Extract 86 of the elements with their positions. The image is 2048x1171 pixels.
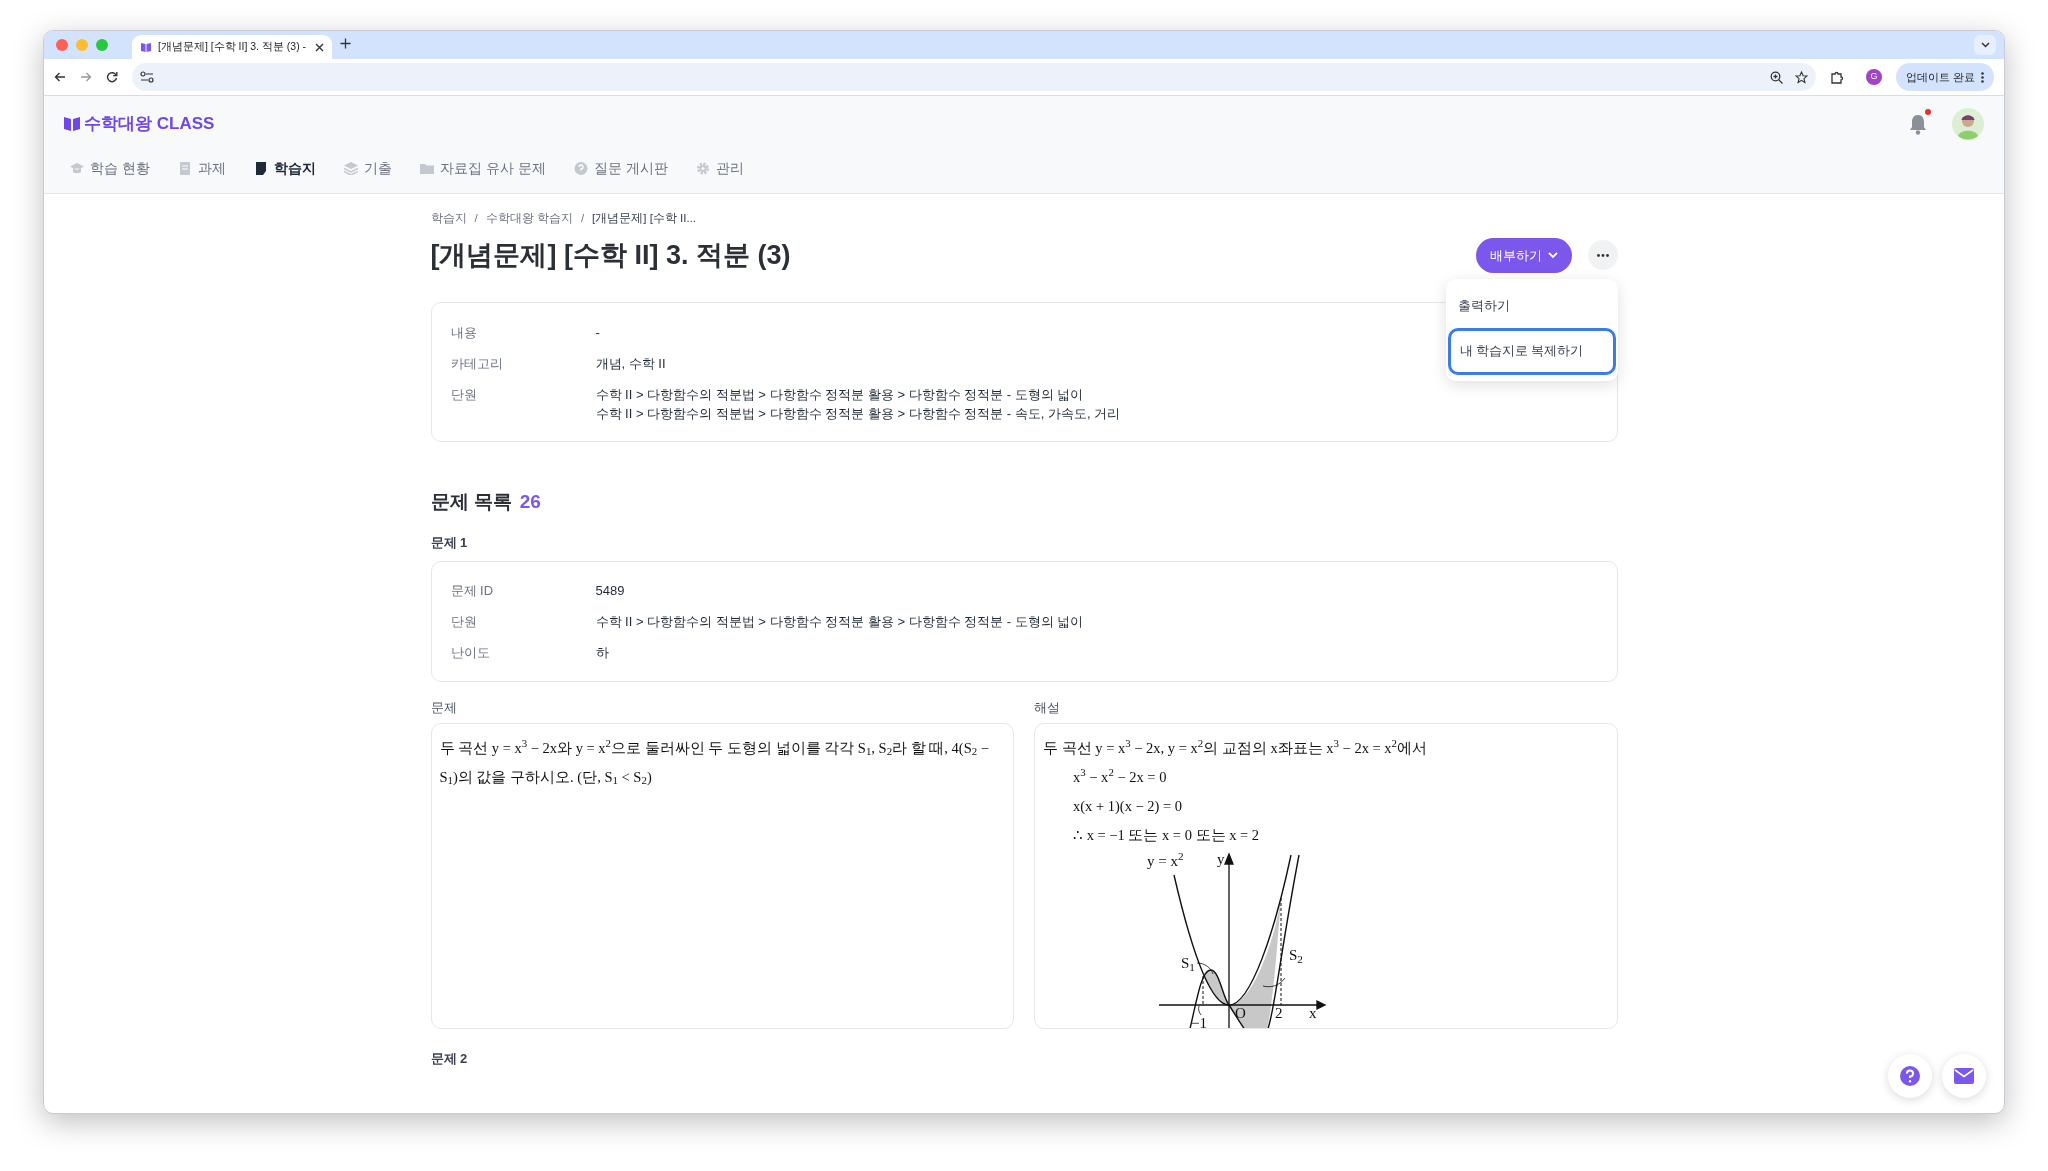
- forward-arrow-icon[interactable]: [80, 71, 92, 83]
- tab-list-button[interactable]: [1974, 35, 1996, 55]
- leader-line: [1262, 977, 1286, 987]
- reload-icon[interactable]: [106, 71, 118, 83]
- graduation-cap-icon: [70, 161, 84, 175]
- menu-item[interactable]: 내 학습지로 복제하기: [1447, 328, 1616, 375]
- nav-tab[interactable]: 과제: [177, 157, 226, 179]
- note-icon: [253, 161, 268, 175]
- update-button[interactable]: 업데이트 완료: [1895, 63, 1994, 91]
- breadcrumb-link[interactable]: [개념문제] [수학 II...: [592, 210, 697, 228]
- info-value: 하: [595, 644, 609, 663]
- leader-line: [1198, 1005, 1202, 1016]
- nav-tab[interactable]: 관리: [695, 157, 744, 179]
- info-value: 수학 II > 다항함수의 적분법 > 다항함수 정적분 활용 > 다항함수 정적분 - 도형의 넓이: [595, 613, 1084, 632]
- folder-icon: [419, 161, 434, 175]
- breadcrumb-separator: /: [580, 211, 585, 226]
- document-icon: [177, 161, 192, 175]
- solution-line: ∴ x = −1 또는 x = 0 또는 x = 2: [1072, 825, 1261, 845]
- info-label: 난이도: [450, 644, 491, 663]
- question-bubble-icon: [573, 161, 588, 175]
- back-arrow-icon[interactable]: [54, 71, 66, 83]
- open-book-icon: [64, 116, 80, 131]
- profile-avatar[interactable]: G: [1865, 69, 1882, 85]
- nav-tab[interactable]: 기출: [343, 157, 392, 179]
- info-label: 내용: [450, 324, 478, 343]
- book-icon: [140, 41, 152, 53]
- help-button[interactable]: [1888, 1054, 1932, 1098]
- logo-text: 수학대왕 CLASS: [84, 112, 215, 135]
- graph-label: S$_{1}$: [1181, 953, 1195, 972]
- section-title: 문제 목록: [430, 490, 512, 515]
- gear-icon: [695, 161, 710, 175]
- info-value: 5489: [595, 582, 625, 601]
- layers-icon: [343, 161, 358, 175]
- graph-label: y = x$^{2}$: [1147, 851, 1184, 870]
- info-value: 개념, 수학 II: [595, 355, 666, 374]
- message-button[interactable]: [1942, 1054, 1986, 1098]
- site-settings-icon[interactable]: [140, 71, 154, 83]
- chevron-down-icon: [1547, 251, 1558, 259]
- bell-icon[interactable]: [1908, 113, 1928, 136]
- ellipsis-icon: [1596, 253, 1609, 257]
- graph-label: x: [1309, 1003, 1317, 1022]
- zoom-icon[interactable]: [1769, 70, 1783, 84]
- question-text: 두 곡선 y = x$^{3}$ − 2x와 y = x$^{2}$으로 둘러싸인 두 도형의 넓이를 각각 S$_{1}$, S$_{2}$라 할 때, 4(S$_{2}$ − S$_{1}$)의 값을 구하시오. (단, S$_{1}$ < S$_{2}$): [439, 736, 990, 789]
- puzzle-icon[interactable]: [1829, 70, 1844, 84]
- problem-heading: 문제 2: [430, 1049, 469, 1068]
- chevron-down-icon: [1980, 42, 1990, 48]
- graph-label: 2: [1275, 1003, 1283, 1022]
- field-label: 해설: [1034, 699, 1061, 718]
- tab-title: [개념문제] [수학 II] 3. 적분 (3) -: [158, 39, 308, 55]
- solution-line: x(x + 1)(x − 2) = 0: [1072, 796, 1184, 816]
- solution-line: 두 곡선 y = x$^{3}$ − 2x, y = x$^{2}$의 교점의 x좌표는 x$^{3}$ − 2x = x$^{2}$에서: [1043, 736, 1429, 758]
- breadcrumb-separator: /: [474, 211, 478, 226]
- info-value: -: [595, 324, 600, 343]
- graph-label: −1: [1191, 1013, 1207, 1028]
- envelope-icon: [1954, 1068, 1974, 1084]
- nav-tab[interactable]: 학습지: [253, 157, 316, 179]
- problem-count: 26: [519, 490, 541, 515]
- nav-tab[interactable]: 학습 현황: [70, 157, 150, 179]
- graph-label: O: [1235, 1003, 1246, 1022]
- distribute-button[interactable]: 배부하기: [1475, 237, 1572, 273]
- close-icon[interactable]: [315, 42, 324, 52]
- info-label: 카테고리: [450, 355, 504, 374]
- info-label: 단원: [450, 386, 478, 405]
- plus-icon[interactable]: [340, 38, 351, 50]
- info-value: 수학 II > 다항함수의 적분법 > 다항함수 정적분 활용 > 다항함수 정적분 - 도형의 넓이: [595, 386, 1085, 405]
- graph-label: y: [1217, 849, 1225, 868]
- page-title: [개념문제] [수학 II] 3. 적분 (3): [430, 239, 792, 272]
- problem-heading: 문제 1: [430, 533, 469, 552]
- kebab-menu-icon: [1981, 71, 1984, 83]
- browser-tab[interactable]: [개념문제] [수학 II] 3. 적분 (3) -: [132, 35, 332, 59]
- leader-line: [1196, 962, 1214, 975]
- info-label: 문제 ID: [450, 582, 495, 601]
- field-label: 문제: [430, 699, 458, 718]
- dashed-guide-line: [1202, 975, 1204, 1006]
- question-icon: [1899, 1065, 1921, 1087]
- graph-label: S$_{2}$: [1289, 945, 1303, 964]
- breadcrumb-link[interactable]: 학습지: [430, 210, 467, 228]
- nav-tab[interactable]: 자료집 유사 문제: [419, 157, 546, 179]
- star-icon[interactable]: [1794, 70, 1808, 84]
- nav-tab[interactable]: 질문 게시판: [573, 157, 668, 179]
- solution-line: x$^{3}$ − x$^{2}$ − 2x = 0: [1072, 765, 1168, 787]
- avatar-icon[interactable]: [1952, 107, 1984, 140]
- info-label: 단원: [450, 613, 478, 632]
- info-value: 수학 II > 다항함수의 적분법 > 다항함수 정적분 활용 > 다항함수 정적분 - 속도, 가속도, 거리: [595, 405, 1121, 424]
- more-button[interactable]: [1587, 240, 1618, 271]
- breadcrumb-link[interactable]: 수학대왕 학습지: [485, 210, 573, 228]
